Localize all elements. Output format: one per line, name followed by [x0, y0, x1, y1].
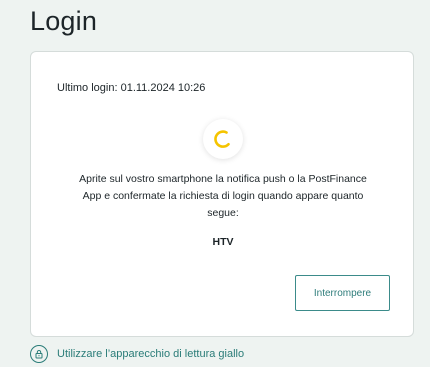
- reader-link[interactable]: Utilizzare l’apparecchio di lettura gial…: [30, 344, 244, 364]
- cancel-button[interactable]: Interrompere: [295, 275, 390, 311]
- login-card: Ultimo login: 01.11.2024 10:26 Aprite su…: [30, 51, 414, 337]
- page-title: Login: [30, 6, 98, 36]
- last-login-text: Ultimo login: 01.11.2024 10:26: [57, 82, 206, 94]
- lock-icon: [30, 345, 48, 363]
- spinner-icon: [214, 130, 230, 148]
- push-instructions: Aprite sul vostro smartphone la notifica…: [79, 173, 367, 219]
- confirmation-code: HTV: [212, 236, 234, 248]
- reader-link-label: Utilizzare l’apparecchio di lettura gial…: [57, 348, 245, 360]
- loading-spinner: [203, 119, 243, 159]
